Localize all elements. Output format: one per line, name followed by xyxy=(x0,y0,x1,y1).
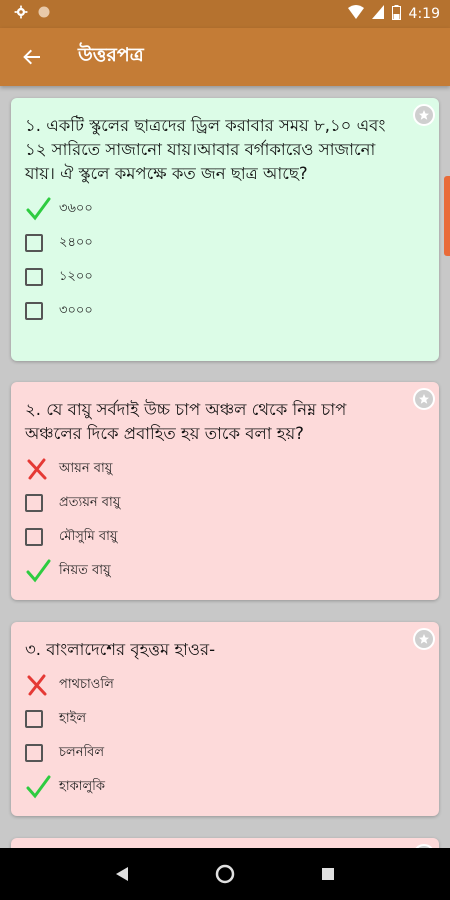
square-recents-icon xyxy=(322,868,335,880)
option-label: হাকালুকি xyxy=(59,778,105,794)
nav-recents-button[interactable] xyxy=(308,854,348,894)
answer-option[interactable]: হাকালুকি xyxy=(25,770,425,804)
option-label: আয়ন বায়ু xyxy=(59,460,113,476)
bookmark-star-button[interactable] xyxy=(413,104,435,126)
star-icon xyxy=(419,634,429,644)
back-button[interactable] xyxy=(0,28,64,86)
checkbox-icon[interactable] xyxy=(25,710,43,728)
question-text: ২. যে বায়ু সর্বদাই উচ্চ চাপ অঞ্চল থেকে … xyxy=(25,400,347,443)
status-time: 4:19 xyxy=(408,6,440,22)
answer-option[interactable]: ৩৬০০ xyxy=(25,192,425,226)
checkbox-icon[interactable] xyxy=(25,528,43,546)
option-label: ২৪০০ xyxy=(59,234,93,250)
answer-option[interactable]: ৩০০০ xyxy=(25,294,425,328)
wifi-icon xyxy=(347,5,364,23)
nav-home-button[interactable] xyxy=(205,854,245,894)
answer-option[interactable]: আয়ন বায়ু xyxy=(25,452,425,486)
bookmark-star-button[interactable] xyxy=(413,388,435,410)
gear-icon xyxy=(14,5,28,23)
option-label: মৌসুমি বায়ু xyxy=(59,528,118,544)
checkbox-icon[interactable] xyxy=(25,234,43,252)
question-text: ৩. বাংলাদেশের বৃহত্তম হাওর- xyxy=(25,640,216,659)
app-bar: উত্তরপত্র xyxy=(0,28,450,86)
question-card: ১. একটি স্কুলের ছাত্রদের ড্রিল করাবার সম… xyxy=(11,98,439,361)
question-card: ৩. বাংলাদেশের বৃহত্তম হাওর- পাথচাওলি হাই… xyxy=(11,622,439,816)
star-icon xyxy=(419,394,429,404)
answer-option[interactable]: চলনবিল xyxy=(25,736,425,770)
cross-icon xyxy=(27,458,47,480)
option-label: ৩০০০ xyxy=(59,302,93,318)
question-card: ২. যে বায়ু সর্বদাই উচ্চ চাপ অঞ্চল থেকে … xyxy=(11,382,439,600)
checkbox-icon[interactable] xyxy=(25,744,43,762)
option-label: নিয়ত বায়ু xyxy=(59,562,111,578)
check-icon xyxy=(26,559,51,583)
star-icon xyxy=(419,110,429,120)
status-bar: 4:19 xyxy=(0,0,450,28)
answer-option[interactable]: ১২০০ xyxy=(25,260,425,294)
answer-option[interactable]: হাইল xyxy=(25,702,425,736)
circle-icon xyxy=(38,6,50,22)
arrow-back-icon xyxy=(23,49,40,65)
answer-option[interactable]: মৌসুমি বায়ু xyxy=(25,520,425,554)
signal-icon xyxy=(371,5,384,23)
checkbox-icon[interactable] xyxy=(25,494,43,512)
cross-icon xyxy=(27,674,47,696)
question-text: ১. একটি স্কুলের ছাত্রদের ড্রিল করাবার সম… xyxy=(25,116,386,183)
option-label: হাইল xyxy=(59,710,87,726)
triangle-back-icon xyxy=(115,867,128,881)
scroll-indicator[interactable] xyxy=(444,176,450,256)
battery-icon xyxy=(391,4,401,24)
option-label: চলনবিল xyxy=(59,744,105,760)
option-label: পাথচাওলি xyxy=(59,676,114,692)
option-label: ১২০০ xyxy=(59,268,93,284)
check-icon xyxy=(26,775,51,799)
navigation-bar xyxy=(0,848,450,900)
check-icon xyxy=(26,197,51,221)
answer-list[interactable]: ১. একটি স্কুলের ছাত্রদের ড্রিল করাবার সম… xyxy=(0,86,450,848)
question-card xyxy=(11,838,439,848)
answer-option[interactable]: ২৪০০ xyxy=(25,226,425,260)
bookmark-star-button[interactable] xyxy=(413,628,435,650)
answer-option[interactable]: পাথচাওলি xyxy=(25,668,425,702)
checkbox-icon[interactable] xyxy=(25,302,43,320)
answer-option[interactable]: প্রত্যয়ন বায়ু xyxy=(25,486,425,520)
checkbox-icon[interactable] xyxy=(25,268,43,286)
answer-option[interactable]: নিয়ত বায়ু xyxy=(25,554,425,588)
option-label: প্রত্যয়ন বায়ু xyxy=(59,494,121,510)
home-circle-icon xyxy=(215,864,235,884)
option-label: ৩৬০০ xyxy=(59,200,93,216)
page-title: উত্তরপত্র xyxy=(78,44,144,66)
nav-back-button[interactable] xyxy=(102,854,142,894)
